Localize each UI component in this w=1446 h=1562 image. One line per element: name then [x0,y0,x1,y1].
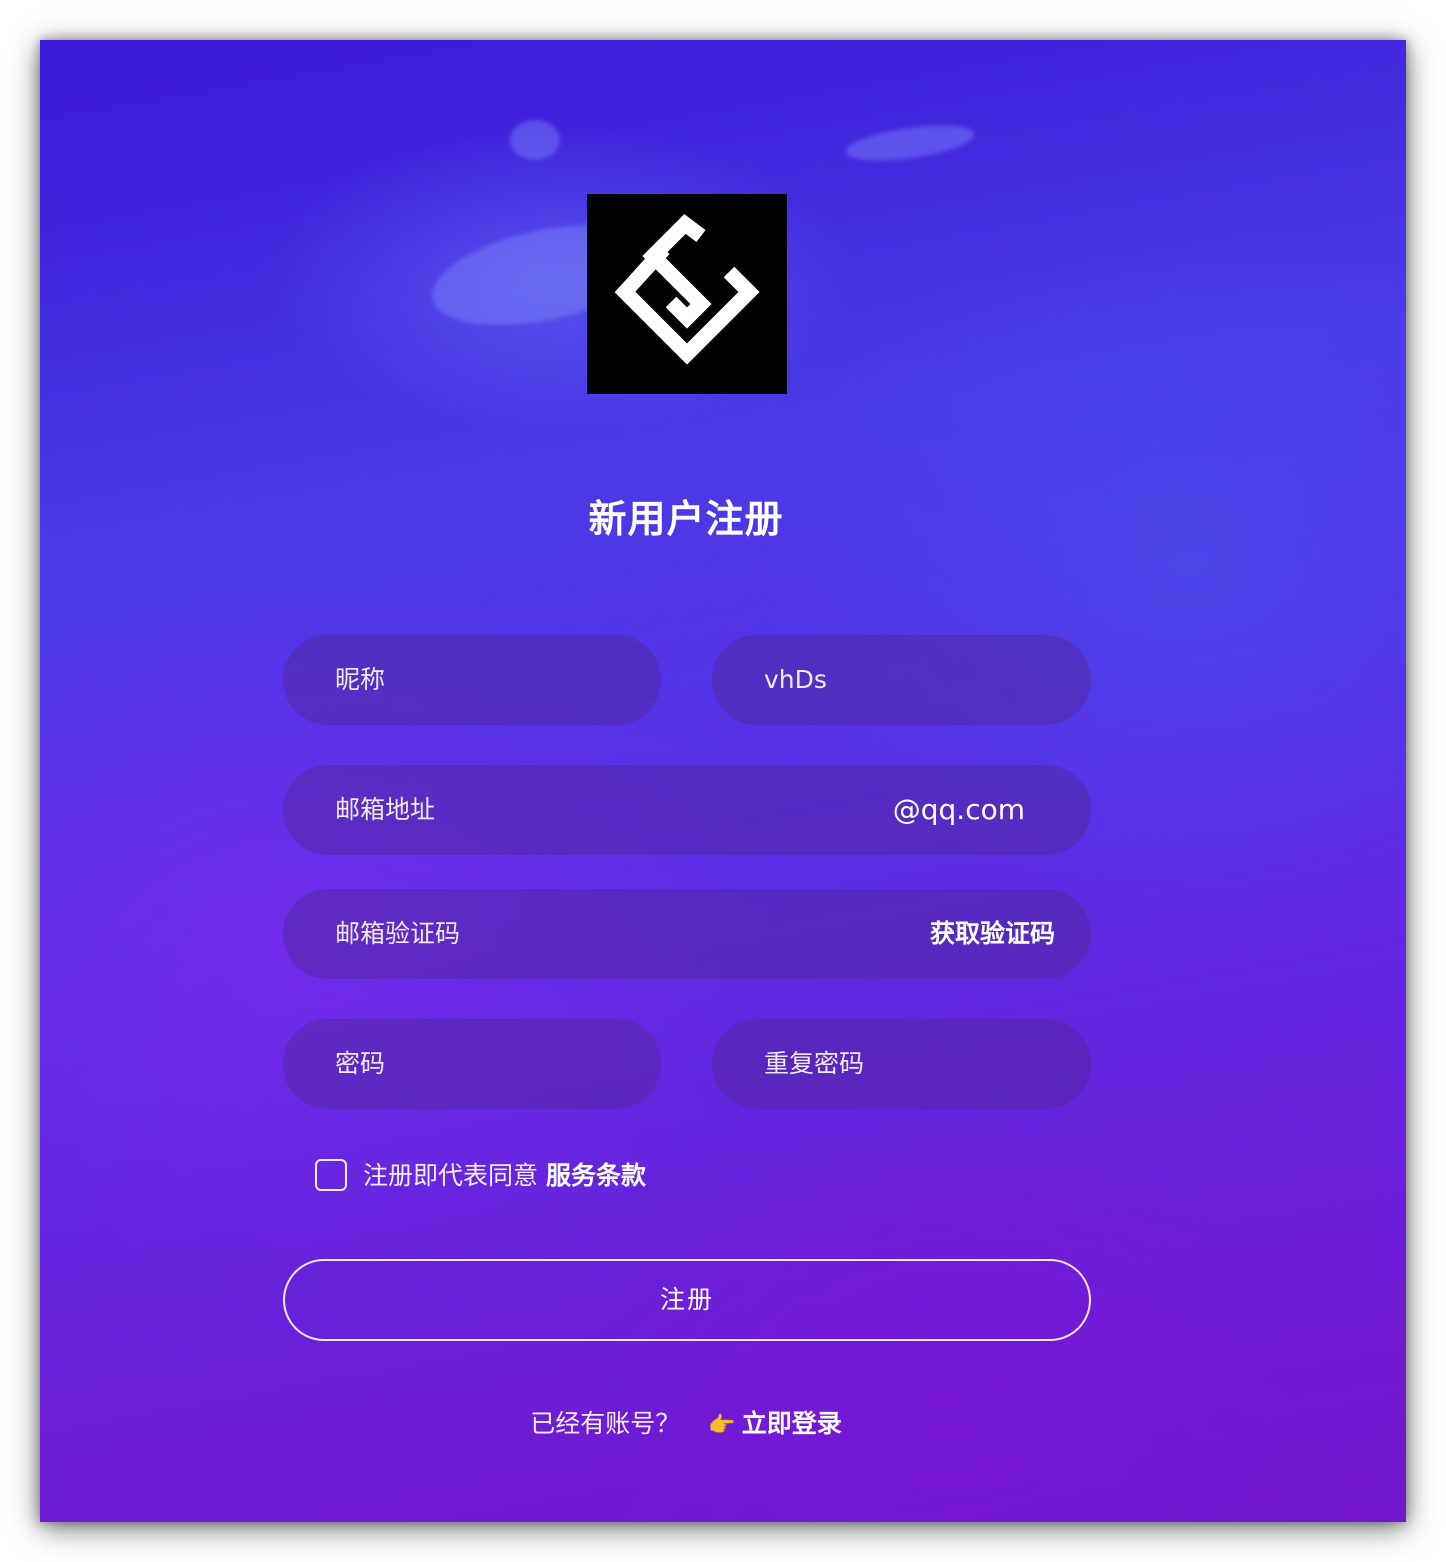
confirm-password-input[interactable]: 重复密码 [712,1019,1091,1109]
login-prompt-text: 已经有账号？ [530,1409,681,1438]
terms-checkbox[interactable] [315,1159,347,1191]
email-suffix: @qq.com [892,793,1025,826]
register-card: 新用户注册 昵称 vhDs 邮箱地址 @qq.com 邮箱验证码 获取验证码 密… [40,40,1406,1522]
login-prompt: 已经有账号？ 👉 立即登录 [40,1406,1332,1444]
login-link[interactable]: 立即登录 [742,1409,842,1438]
brand-logo-icon [614,214,760,365]
agree-text: 注册即代表同意 [363,1161,539,1190]
nickname-input[interactable]: 昵称 [283,635,661,725]
password-input[interactable]: 密码 [283,1019,661,1109]
email-placeholder: 邮箱地址 [335,795,436,824]
logo [587,194,787,394]
username-input[interactable]: vhDs [712,635,1091,725]
background-splotch [843,119,977,167]
pointing-hand-icon: 👉 [708,1413,736,1438]
nickname-placeholder: 昵称 [335,665,386,694]
page-title: 新用户注册 [588,497,784,541]
verification-code-placeholder: 邮箱验证码 [335,919,461,948]
verification-code-input[interactable]: 邮箱验证码 获取验证码 [283,889,1091,979]
register-button[interactable]: 注册 [283,1259,1091,1341]
terms-link[interactable]: 服务条款 [546,1161,646,1190]
username-value: vhDs [764,665,827,694]
confirm-password-placeholder: 重复密码 [764,1049,865,1078]
password-placeholder: 密码 [335,1049,386,1078]
terms-agreement: 注册即代表同意 服务条款 [315,1158,646,1194]
email-input[interactable]: 邮箱地址 @qq.com [283,765,1091,855]
background-splotch [510,120,560,160]
get-code-button[interactable]: 获取验证码 [930,889,1055,979]
